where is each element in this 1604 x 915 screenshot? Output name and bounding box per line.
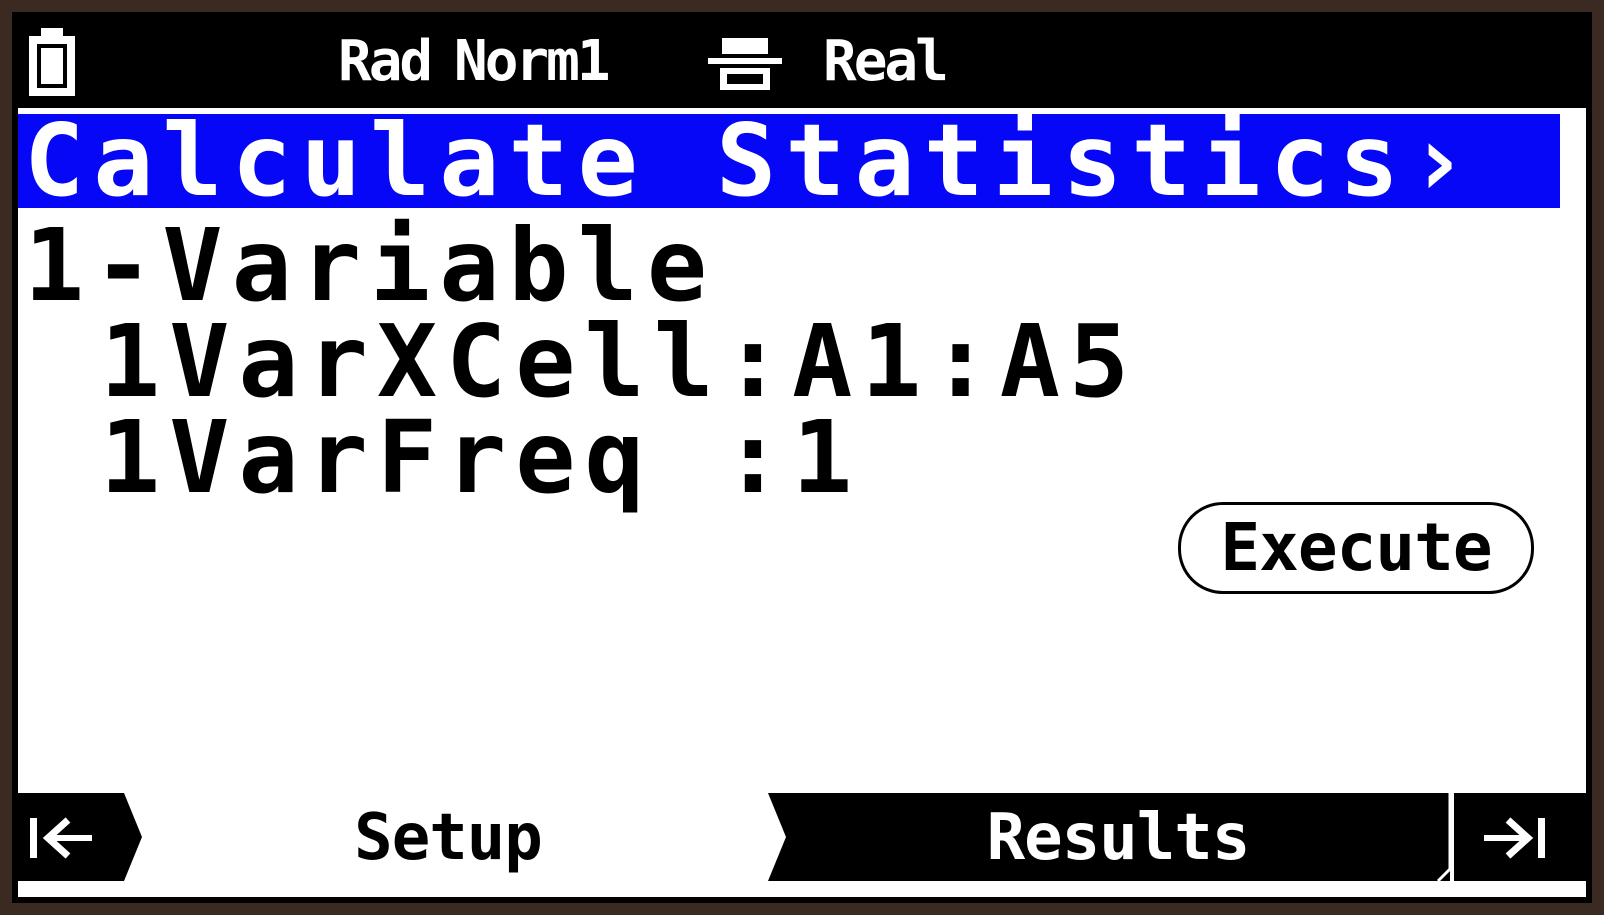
title-bar[interactable]: Calculate Statistics› — [18, 102, 1560, 219]
angle-mode: Rad — [338, 29, 433, 94]
calculator-screen: Rad Norm1 Real Calculate Statistics› 1-V… — [12, 12, 1592, 903]
setting-row-freq[interactable]: 1VarFreq :1 — [100, 408, 861, 508]
display: Rad Norm1 Real Calculate Statistics› 1-V… — [18, 18, 1586, 897]
setting-value[interactable]: 1 — [792, 399, 861, 516]
execute-button[interactable]: Execute — [1178, 502, 1534, 594]
status-bar: Rad Norm1 Real — [18, 18, 1586, 108]
jump-last-icon[interactable] — [1480, 816, 1546, 860]
jump-first-icon[interactable] — [30, 816, 96, 860]
fraction-format-icon — [708, 38, 782, 90]
complex-mode: Real — [823, 29, 949, 94]
setting-separator: : — [722, 399, 793, 516]
tab-setup[interactable]: Setup — [268, 793, 628, 883]
variable-heading: 1-Variable — [24, 207, 717, 324]
softkey-bar — [18, 793, 1586, 883]
setting-row-xcell[interactable]: 1VarXCell:A1:A5 — [100, 312, 1138, 412]
setting-label: 1VarFreq — [100, 399, 723, 516]
display-mode: Norm1 — [454, 29, 611, 94]
page-title: Calculate Statistics› — [24, 102, 1478, 219]
battery-icon — [29, 28, 75, 96]
tab-results[interactable]: Results — [918, 793, 1318, 883]
